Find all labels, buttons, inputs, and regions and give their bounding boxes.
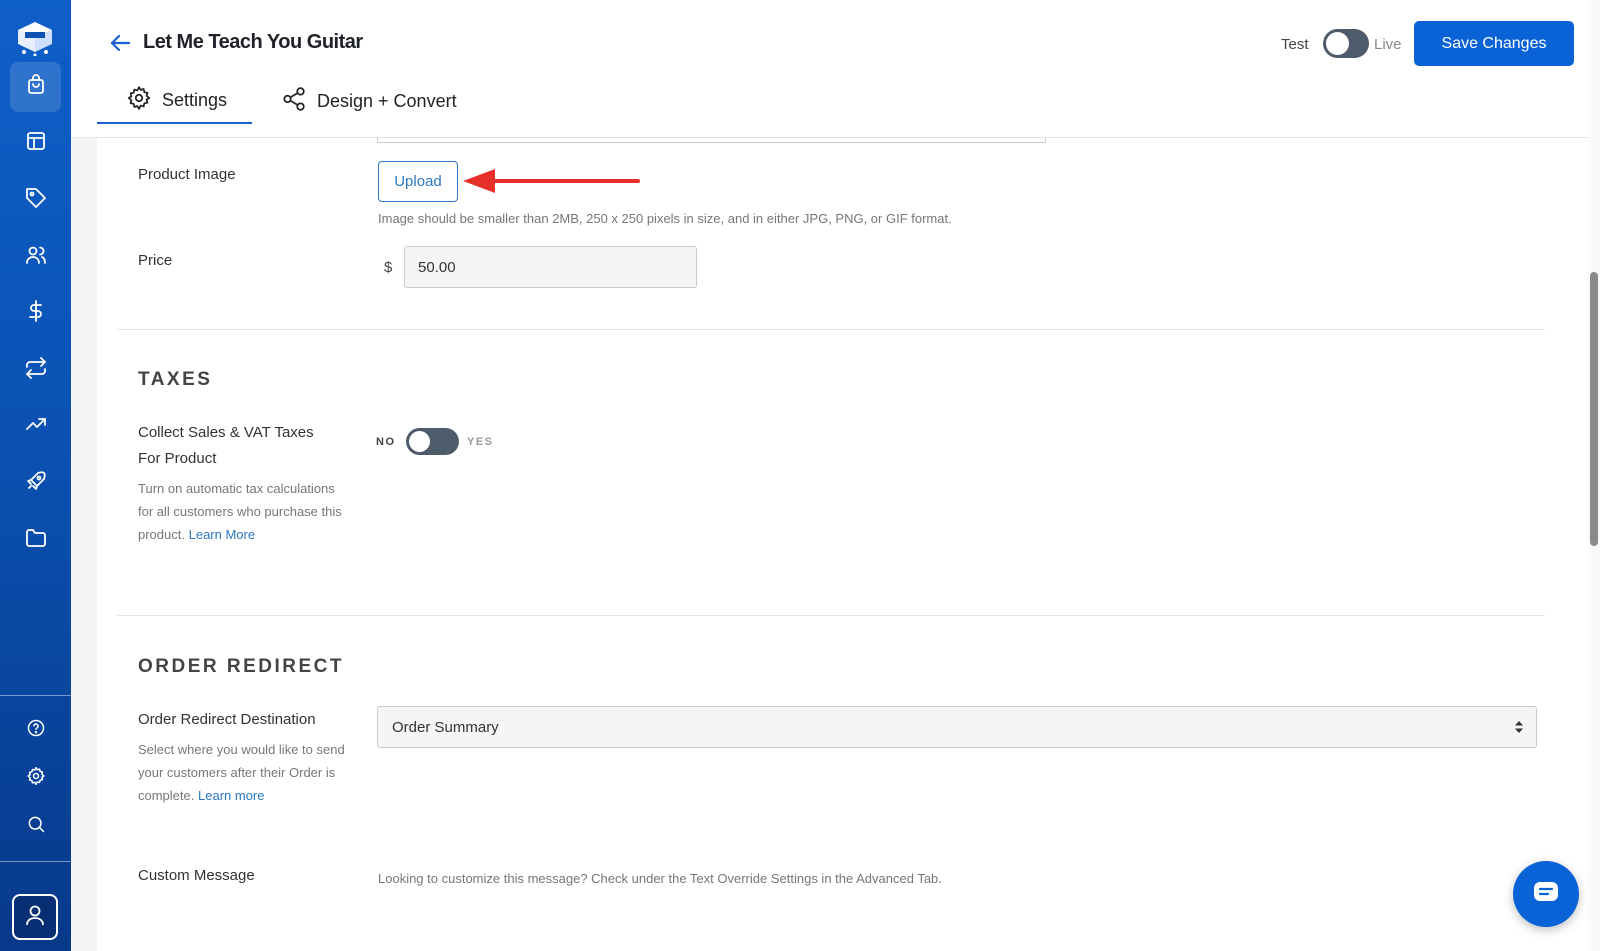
repeat-icon (24, 356, 48, 385)
red-arrow-annotation-icon (463, 169, 640, 193)
search-icon (26, 814, 46, 839)
toggle-knob (1326, 32, 1349, 55)
save-changes-button[interactable]: Save Changes (1414, 21, 1574, 66)
toggle-knob (409, 431, 430, 452)
tab-label: Settings (162, 89, 228, 110)
test-live-toggle[interactable] (1323, 29, 1369, 58)
sidebar-item-help[interactable] (10, 705, 61, 755)
scrollbar-thumb[interactable] (1590, 272, 1598, 546)
tab-settings[interactable]: Settings (97, 78, 252, 124)
gear-icon (126, 85, 152, 116)
profile-button[interactable] (12, 894, 58, 940)
sidebar-item-customers[interactable] (10, 232, 61, 282)
currency-symbol: $ (384, 259, 393, 276)
order-redirect-section-title: ORDER REDIRECT (138, 656, 345, 677)
sidebar-item-products[interactable] (10, 62, 61, 112)
mode-live-label: Live (1374, 36, 1402, 53)
page-header: Let Me Teach You Guitar Test Live Save C… (71, 0, 1588, 138)
chat-icon (1531, 877, 1561, 912)
shopping-bag-icon (24, 73, 48, 102)
trending-up-icon (24, 412, 48, 441)
section-divider (117, 329, 1545, 330)
user-icon (22, 902, 48, 933)
select-caret-icon (1515, 721, 1523, 733)
order-redirect-select[interactable]: Order Summary (377, 706, 1537, 748)
help-circle-icon (26, 718, 46, 743)
share-icon (281, 86, 307, 117)
selected-value: Order Summary (392, 718, 499, 736)
sidebar-item-settings[interactable] (10, 753, 61, 803)
sidebar-item-coupons[interactable] (10, 175, 61, 225)
back-arrow-icon[interactable] (109, 32, 131, 54)
tab-label: Design + Convert (317, 90, 457, 111)
toggle-no-label: NO (376, 436, 396, 448)
users-icon (24, 243, 48, 272)
tab-design-convert[interactable]: Design + Convert (281, 78, 457, 124)
sidebar-item-pages[interactable] (10, 118, 61, 168)
upload-button[interactable]: Upload (378, 161, 458, 202)
gear-icon (26, 766, 46, 791)
toggle-yes-label: YES (467, 436, 494, 448)
sidebar-item-launch[interactable] (10, 458, 61, 508)
collect-taxes-label: Collect Sales & VAT Taxes For Product (138, 424, 314, 467)
rocket-icon (24, 469, 48, 498)
collect-taxes-toggle[interactable] (406, 428, 459, 455)
folder-icon (24, 526, 48, 555)
description-textarea[interactable] (377, 138, 1046, 143)
order-redirect-learn-more-link[interactable]: Learn more (198, 788, 264, 803)
price-input[interactable] (404, 246, 697, 288)
sidebar-item-files[interactable] (10, 515, 61, 565)
taxes-section-title: TAXES (138, 369, 213, 390)
custom-message-help-text: Looking to customize this message? Check… (378, 871, 942, 886)
mode-test-label: Test (1281, 36, 1309, 53)
layout-icon (24, 129, 48, 158)
sidebar-divider (0, 861, 71, 862)
price-label: Price (138, 252, 173, 269)
image-help-text: Image should be smaller than 2MB, 250 x … (378, 211, 952, 226)
page-title: Let Me Teach You Guitar (143, 31, 363, 53)
page-scrollbar[interactable] (1588, 0, 1600, 951)
order-redirect-description: Select where you would like to send your… (138, 738, 350, 807)
order-redirect-label: Order Redirect Destination (138, 711, 316, 728)
sidebar-item-sales[interactable] (10, 288, 61, 338)
chat-button[interactable] (1513, 861, 1579, 927)
sidebar-item-subscriptions[interactable] (10, 345, 61, 395)
section-divider (117, 615, 1545, 616)
sidebar (0, 0, 71, 951)
tag-icon (24, 186, 48, 215)
sidebar-item-analytics[interactable] (10, 401, 61, 451)
taxes-learn-more-link[interactable]: Learn More (189, 527, 255, 542)
dollar-icon (24, 299, 48, 328)
sidebar-item-search[interactable] (10, 801, 61, 851)
sidebar-divider (0, 695, 71, 696)
custom-message-label: Custom Message (138, 867, 255, 884)
settings-content: Product Image Upload Image should be sma… (97, 138, 1588, 951)
taxes-description: Turn on automatic tax calculations for a… (138, 477, 350, 546)
cart-box-logo-icon[interactable] (14, 18, 56, 57)
product-image-label: Product Image (138, 166, 236, 183)
